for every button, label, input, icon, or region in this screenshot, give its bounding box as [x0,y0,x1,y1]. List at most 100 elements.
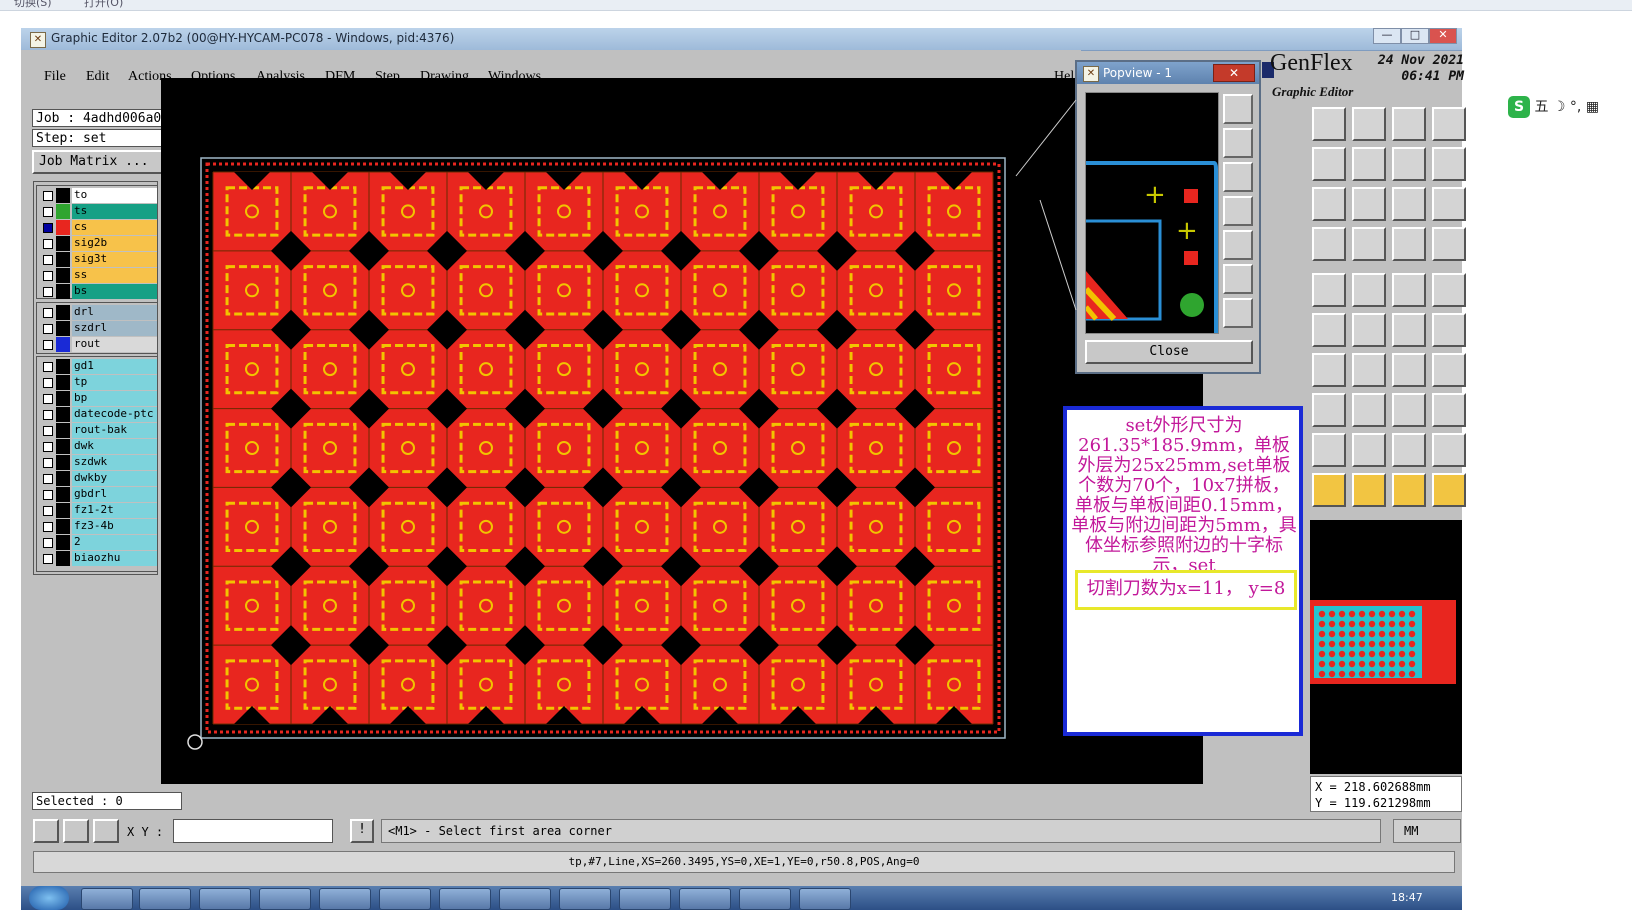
popview-zoom-in-button[interactable] [1223,94,1253,124]
tool-button-r5-c3[interactable] [1432,313,1466,347]
menu-edit[interactable]: Edit [86,69,109,85]
taskbar-app-12[interactable] [739,888,791,910]
tool-button-r1-c3[interactable] [1432,147,1466,181]
layer-row-szdrl[interactable]: szdrl [39,321,157,336]
layer-name[interactable]: ss [72,268,157,283]
layer-name[interactable]: fz3-4b [72,519,157,534]
layer-name[interactable]: ts [72,204,157,219]
ime-toolbar[interactable]: S 五 ☽ °, ▦ [1508,96,1632,120]
grid-icon[interactable] [93,819,119,843]
layer-checkbox[interactable] [43,490,53,500]
layer-row-cs[interactable]: cs [39,220,157,235]
layer-row-szdwk[interactable]: szdwk [39,455,157,470]
taskbar-app-11[interactable] [679,888,731,910]
top-strip-open[interactable]: 打开(O) [84,0,123,10]
taskbar-app-6[interactable] [379,888,431,910]
zoom-out-icon[interactable] [63,819,89,843]
layer-color-swatch[interactable] [56,305,70,320]
layer-row-sig3t[interactable]: sig3t [39,252,157,267]
layer-row-2[interactable]: 2 [39,535,157,550]
layer-checkbox[interactable] [43,255,53,265]
layer-color-swatch[interactable] [56,551,70,566]
layer-checkbox[interactable] [43,223,53,233]
popview-pan-right-button[interactable] [1223,230,1253,260]
tool-button-r7-c3[interactable] [1432,393,1466,427]
taskbar-app-3[interactable] [199,888,251,910]
layer-row-dwk[interactable]: dwk [39,439,157,454]
popview-pan-left-button[interactable] [1223,196,1253,226]
taskbar-app-10[interactable] [619,888,671,910]
tool-button-r6-c2[interactable] [1392,353,1426,387]
tool-button-r7-c1[interactable] [1352,393,1386,427]
layer-name[interactable]: sig3t [72,252,157,267]
layer-checkbox[interactable] [43,308,53,318]
layer-name[interactable]: tp [72,375,157,390]
layer-checkbox[interactable] [43,378,53,388]
layer-color-swatch[interactable] [56,535,70,550]
layer-color-swatch[interactable] [56,519,70,534]
alert-button[interactable]: ! [350,819,374,843]
layer-color-swatch[interactable] [56,188,70,203]
layer-checkbox[interactable] [43,362,53,372]
layer-checkbox[interactable] [43,426,53,436]
layer-row-bp[interactable]: bp [39,391,157,406]
layer-row-ss[interactable]: ss [39,268,157,283]
layer-checkbox[interactable] [43,538,53,548]
taskbar-app-1[interactable] [81,888,133,910]
tool-button-r4-c0[interactable] [1312,273,1346,307]
layer-color-swatch[interactable] [56,359,70,374]
tool-button-r8-c1[interactable] [1352,433,1386,467]
tool-button-r9-c0[interactable] [1312,473,1346,507]
layer-name[interactable]: to [72,188,157,203]
tool-button-r8-c0[interactable] [1312,433,1346,467]
layer-row-gd1[interactable]: gd1 [39,359,157,374]
tool-button-r0-c0[interactable] [1312,107,1346,141]
layer-checkbox[interactable] [43,410,53,420]
layer-checkbox[interactable] [43,442,53,452]
popview-pan-down-button[interactable] [1223,162,1253,192]
tool-button-r5-c1[interactable] [1352,313,1386,347]
layer-row-biaozhu[interactable]: biaozhu [39,551,157,566]
tool-button-r6-c1[interactable] [1352,353,1386,387]
job-matrix-button[interactable]: Job Matrix ... [32,150,180,174]
layer-name[interactable]: dwk [72,439,157,454]
tool-button-r5-c2[interactable] [1392,313,1426,347]
layer-name[interactable]: sig2b [72,236,157,251]
tool-button-r9-c1[interactable] [1352,473,1386,507]
layer-row-sig2b[interactable]: sig2b [39,236,157,251]
layer-row-tp[interactable]: tp [39,375,157,390]
tool-button-r8-c3[interactable] [1432,433,1466,467]
tool-button-r7-c0[interactable] [1312,393,1346,427]
layer-color-swatch[interactable] [56,407,70,422]
tool-button-r4-c3[interactable] [1432,273,1466,307]
tool-button-r0-c3[interactable] [1432,107,1466,141]
layer-checkbox[interactable] [43,506,53,516]
popview-close-x[interactable]: ✕ [1213,64,1255,82]
popview-center-button[interactable] [1223,298,1253,328]
layer-color-swatch[interactable] [56,268,70,283]
layer-color-swatch[interactable] [56,423,70,438]
popview-fit-button[interactable] [1223,264,1253,294]
tool-button-r9-c3[interactable] [1432,473,1466,507]
layer-checkbox[interactable] [43,340,53,350]
tool-button-r3-c0[interactable] [1312,227,1346,261]
tool-button-r2-c1[interactable] [1352,187,1386,221]
layer-name[interactable]: bs [72,284,157,299]
layer-color-swatch[interactable] [56,471,70,486]
layer-name[interactable]: cs [72,220,157,235]
tool-button-r6-c0[interactable] [1312,353,1346,387]
layer-checkbox[interactable] [43,287,53,297]
layer-color-swatch[interactable] [56,439,70,454]
tool-button-r9-c2[interactable] [1392,473,1426,507]
layer-checkbox[interactable] [43,271,53,281]
layer-color-swatch[interactable] [56,236,70,251]
layer-checkbox[interactable] [43,207,53,217]
layer-name[interactable]: gbdrl [72,487,157,502]
menu-file[interactable]: File [44,69,66,85]
layer-row-fz1-2t[interactable]: fz1-2t [39,503,157,518]
layer-color-swatch[interactable] [56,337,70,352]
tool-button-r7-c2[interactable] [1392,393,1426,427]
layer-name[interactable]: 2 [72,535,157,550]
tool-button-r2-c0[interactable] [1312,187,1346,221]
tool-button-r4-c1[interactable] [1352,273,1386,307]
